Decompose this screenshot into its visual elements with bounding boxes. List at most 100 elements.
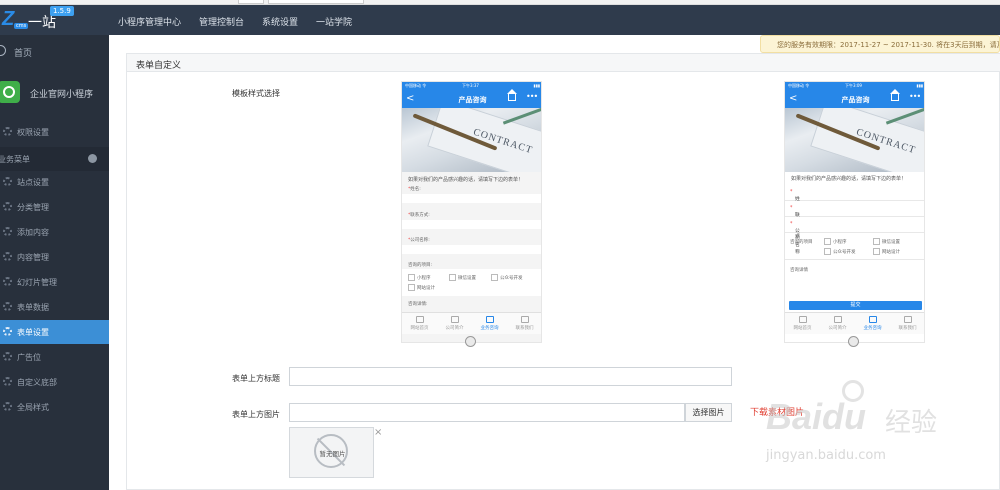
field-name-label: *姓名: [408,187,421,192]
field-company-label: *公司名称: [408,238,430,243]
topnav-console[interactable]: 管理控制台 [199,15,244,28]
sidebar-item-custom-footer[interactable]: 自定义底部 [0,370,109,394]
pick-image-button[interactable]: 选择图片 [685,403,732,422]
sidebar-item-label: 表单设置 [17,328,49,337]
top-image-label: 表单上方图片 [232,410,280,419]
sidebar-app-card[interactable]: 企业官网小程序 [0,75,109,113]
sidebar-item-add-content[interactable]: 添加内容 [0,220,109,244]
sidebar-item-label: 全局样式 [17,403,49,412]
sidebar: 首页 企业官网小程序 权限设置 业务菜单 站点设置 分类管理 添加内容 内容管理… [0,35,109,490]
phone-nav-title: 产品咨询 [841,96,870,104]
collapse-icon[interactable] [88,154,97,163]
sidebar-item-label: 幻灯片管理 [17,278,57,287]
template-b-radio[interactable] [848,336,859,347]
check-miniapp: 小程序 [408,274,431,281]
sidebar-item-content-manage[interactable]: 内容管理 [0,245,109,269]
check-group-label: 咨询的项目: [408,263,433,268]
field-contact-input [402,220,541,229]
sidebar-item-form-data[interactable]: 表单数据 [0,295,109,319]
check-web-design: 网站设计 [873,248,900,255]
check-web-design: 网站设计 [408,284,435,291]
gear-icon [3,227,12,236]
browser-button[interactable] [238,0,264,4]
gear-icon [3,277,12,286]
sidebar-item-label: 内容管理 [17,253,49,262]
tab-contact: 联系我们 [890,316,924,331]
sidebar-home-label: 首页 [14,49,33,59]
panel-header: 表单自定义 [127,54,1000,72]
sidebar-item-label: 自定义底部 [17,378,57,387]
sidebar-item-label: 表单数据 [17,303,49,312]
gear-icon [3,302,12,311]
sidebar-item-label: 添加内容 [17,228,49,237]
tab-home: 网站首页 [785,316,820,331]
gear-icon [3,127,12,136]
detail-label: 咨询详情: [408,302,428,307]
gear-icon [3,177,12,186]
status-time: 下午3:09 [845,83,862,88]
top-title-label: 表单上方标题 [232,374,280,383]
service-expiry-notice: 您的服务有效期限：2017-11-27 ~ 2017-11-30. 将在3天后到… [760,35,1000,53]
sidebar-item-form-settings[interactable]: 表单设置 [0,320,109,344]
field-company-input [402,245,541,254]
sidebar-home-link[interactable]: 首页 [0,42,109,62]
field-contact: *联系方式 [785,201,924,239]
contract-hero-image: CONTRACT [785,108,924,172]
top-image-input[interactable] [289,403,685,422]
top-nav: 小程序管理中心 管理控制台 系统设置 一站学院 [118,15,352,28]
gear-icon [3,352,12,361]
phone-status-bar: 中国移动 令 下午3:09 ▮▮▮ [785,82,924,90]
template-a-radio[interactable] [465,336,476,347]
browser-button[interactable] [268,0,364,4]
field-company: * 公司名称 [785,217,924,255]
topnav-academy[interactable]: 一站学院 [316,15,352,28]
status-battery-icon: ▮▮▮ [916,83,923,88]
sidebar-item-categories[interactable]: 分类管理 [0,195,109,219]
form-intro: 如果对我们的产品感兴趣的话，请填写下边的表单！ [791,176,907,182]
more-icon: ••• [909,92,921,101]
phone-tab-bar: 网站首页 公司简介 业务咨询 联系我们 [785,312,924,334]
status-battery-icon: ▮▮▮ [533,83,540,88]
top-title-input[interactable] [289,367,732,386]
more-icon: ••• [526,92,538,101]
back-circle-icon [0,45,6,56]
form-intro: 如果对我们的产品感兴趣的话，请填写下边的表单！ [408,177,524,183]
template-preview-b[interactable]: 中国移动 令 下午3:09 ▮▮▮ < 产品咨询 ••• CONTRACT 如果… [784,81,925,343]
phone-tab-bar: 网站首页 公司简介 业务咨询 联系我们 [402,312,541,334]
field-name-input [402,194,541,203]
tab-home: 网站首页 [402,316,437,331]
sidebar-group-business[interactable]: 业务菜单 [0,147,109,171]
no-image-placeholder: 暂无图片 [289,427,374,478]
gear-icon [3,252,12,261]
sidebar-item-permissions[interactable]: 权限设置 [0,120,109,144]
phone-status-bar: 中国移动 令 下午3:37 ▮▮▮ [402,82,541,90]
check-wechat: 微信设置 [449,274,476,281]
logo-z: Z [2,8,15,30]
logo[interactable]: Z cms 一站 1.5.9 [0,6,106,32]
topnav-system-settings[interactable]: 系统设置 [262,15,298,28]
template-preview-a[interactable]: 中国移动 令 下午3:37 ▮▮▮ < 产品咨询 ••• CONTRACT 如果… [401,81,542,343]
phone-nav-bar: < 产品咨询 ••• [785,89,924,108]
close-icon[interactable]: × [374,427,382,438]
tab-contact: 联系我们 [507,316,541,331]
top-header: Z cms 一站 1.5.9 小程序管理中心 管理控制台 系统设置 一站学院 [0,5,1000,35]
check-wechat: 微信设置 [873,238,900,245]
sidebar-item-global-style[interactable]: 全局样式 [0,395,109,419]
gear-icon [3,402,12,411]
detail-label: 咨询详情 [790,268,808,273]
sidebar-item-ads[interactable]: 广告位 [0,345,109,369]
status-carrier: 中国移动 令 [405,83,427,88]
no-image-text: 暂无图片 [319,450,346,458]
topnav-miniapp-center[interactable]: 小程序管理中心 [118,15,181,28]
sidebar-item-site-settings[interactable]: 站点设置 [0,170,109,194]
phone-nav-title: 产品咨询 [458,96,487,104]
sidebar-item-slides[interactable]: 幻灯片管理 [0,270,109,294]
home-icon [507,89,517,101]
status-time: 下午3:37 [462,83,479,88]
sidebar-group-label: 业务菜单 [0,155,30,164]
miniapp-icon [0,81,20,103]
download-assets-link[interactable]: 下载素材图片 [750,405,804,418]
check-official-account: 公众号开发 [491,274,523,281]
sidebar-app-name: 企业官网小程序 [30,90,94,100]
tab-inquiry: 业务咨询 [855,316,890,331]
